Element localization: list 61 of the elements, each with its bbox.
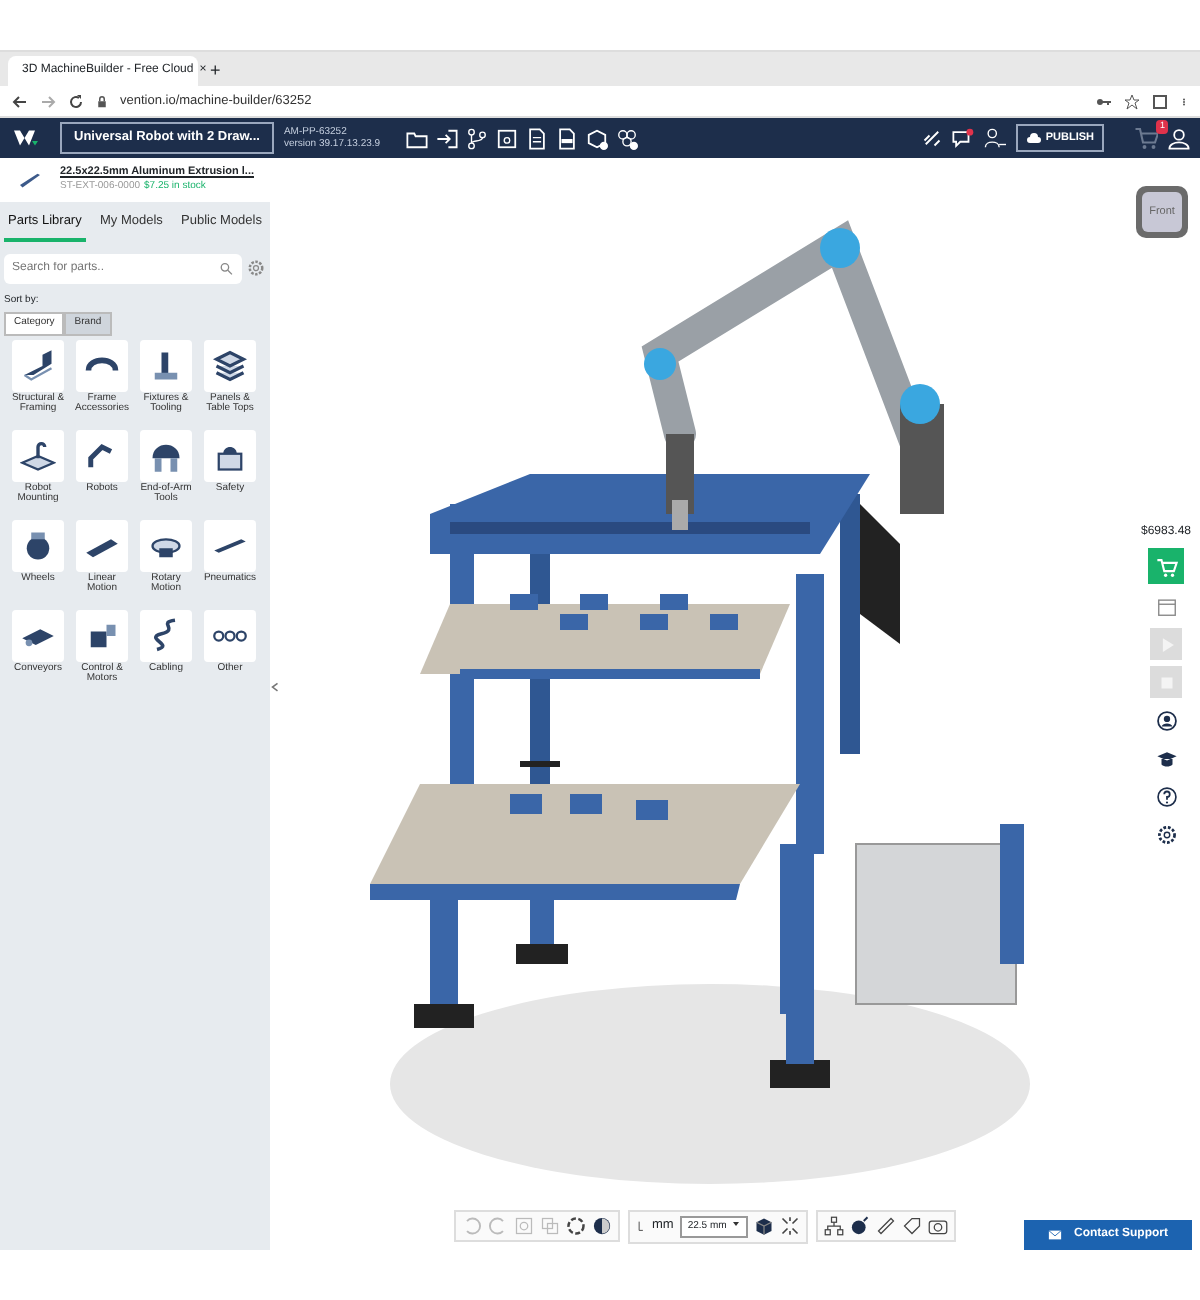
link-icon[interactable]	[921, 128, 942, 148]
bomb-icon[interactable]	[850, 1216, 871, 1237]
document-icon[interactable]	[526, 127, 549, 149]
cart-icon[interactable]	[1134, 125, 1158, 150]
pdf-icon[interactable]	[556, 127, 579, 149]
category-tile[interactable]	[76, 519, 128, 571]
part-icon	[212, 629, 248, 641]
category-tile[interactable]	[140, 339, 192, 391]
lock-icon	[96, 95, 108, 107]
category-tile[interactable]	[12, 339, 64, 391]
cart-icon	[1155, 555, 1177, 577]
parts-add-icon[interactable]	[616, 127, 639, 149]
camera-icon[interactable]	[928, 1216, 949, 1237]
calendar-icon	[1155, 595, 1177, 617]
back-icon[interactable]	[12, 93, 28, 109]
branch-icon[interactable]	[466, 127, 489, 149]
help-icon	[1155, 785, 1177, 807]
search-icon	[220, 261, 234, 275]
category-tile[interactable]	[12, 609, 64, 661]
explode-icon[interactable]	[780, 1216, 801, 1237]
tag-icon[interactable]	[902, 1216, 923, 1237]
logo-icon[interactable]	[10, 126, 42, 150]
category-tile[interactable]	[140, 519, 192, 571]
category-tile[interactable]	[76, 339, 128, 391]
folder-icon[interactable]	[406, 127, 429, 149]
box-add-icon[interactable]	[586, 127, 609, 149]
part-icon	[20, 437, 56, 473]
user-icon	[1155, 709, 1177, 731]
part-icon	[20, 347, 56, 383]
key-icon[interactable]	[1096, 93, 1112, 109]
save-icon[interactable]	[496, 127, 519, 149]
star-icon[interactable]	[1124, 93, 1140, 109]
category-tile[interactable]	[204, 519, 256, 571]
category-tile[interactable]	[12, 429, 64, 481]
part-icon	[212, 347, 248, 383]
graduation-cap-icon	[1155, 747, 1177, 769]
cube-icon[interactable]	[754, 1216, 775, 1237]
rotate-icon[interactable]	[566, 1216, 586, 1237]
category-tile[interactable]	[204, 429, 256, 481]
chevron-icon	[270, 679, 280, 694]
settings-icon	[1155, 823, 1177, 845]
user-add-icon[interactable]	[983, 127, 1006, 149]
category-tile[interactable]	[140, 609, 192, 661]
settings-icon[interactable]	[246, 258, 266, 278]
category-tile[interactable]	[12, 519, 64, 571]
category-tile[interactable]	[76, 429, 128, 481]
caret-icon	[732, 1219, 741, 1227]
category-tile[interactable]	[204, 339, 256, 391]
new-tab-button[interactable]: +	[210, 57, 221, 84]
sphere-icon[interactable]	[592, 1216, 612, 1237]
import-icon[interactable]	[436, 127, 459, 149]
category-tile[interactable]	[76, 609, 128, 661]
hierarchy-icon[interactable]	[824, 1216, 845, 1237]
mail-icon	[1048, 1228, 1062, 1242]
reload-icon[interactable]	[68, 93, 84, 109]
cart-button[interactable]	[1148, 548, 1184, 584]
cloud-upload-icon	[1025, 130, 1042, 146]
account-icon[interactable]	[1168, 127, 1190, 149]
category-tile[interactable]	[140, 429, 192, 481]
category-tile[interactable]	[204, 609, 256, 661]
comment-icon[interactable]	[951, 127, 974, 149]
